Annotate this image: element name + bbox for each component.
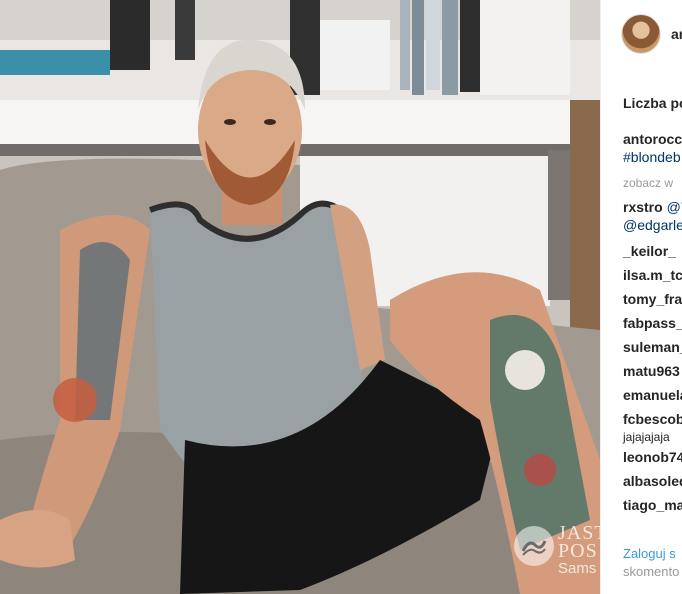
comment-text: jajajajaja <box>623 430 670 444</box>
comment-item: rxstro @7 @edgarle <box>623 198 682 242</box>
login-prompt-text: skomento <box>623 564 680 579</box>
comment-item: matu963 <box>623 362 682 386</box>
watermark-line-3: Sams <box>558 560 597 577</box>
avatar[interactable] <box>621 14 661 54</box>
watermark: JAST POS Sams <box>514 522 600 580</box>
comment-username[interactable]: _keilor_ <box>623 243 676 259</box>
likes-count[interactable]: Liczba po <box>623 95 682 111</box>
comment-username[interactable]: tiago_ma <box>623 497 682 513</box>
login-prompt: Zaloguj s skomento <box>623 545 679 581</box>
comment-item: tiago_ma <box>623 496 682 520</box>
comment-item: fcbescob jajajajaja <box>623 410 682 448</box>
comment-username[interactable]: tomy_fra <box>623 291 682 307</box>
comment-item: leonob74 <box>623 448 682 472</box>
post-photo[interactable]: JAST POS Sams <box>0 0 600 594</box>
see-more-link[interactable]: zobacz w <box>623 176 673 190</box>
comment-item: emanuela <box>623 386 682 410</box>
comments-list: rxstro @7 @edgarle _keilor_ ilsa.m_tc to… <box>623 198 682 520</box>
comment-username[interactable]: leonob74 <box>623 449 682 465</box>
comment-mention[interactable]: @7 <box>667 199 682 215</box>
comment-item: tomy_fra <box>623 290 682 314</box>
comment-item: suleman_ <box>623 338 682 362</box>
caption-hashtag[interactable]: #blondeb <box>623 148 682 166</box>
login-link[interactable]: Zaloguj s <box>623 545 679 563</box>
comment-username[interactable]: emanuela <box>623 387 682 403</box>
comment-username[interactable]: fabpass_ <box>623 315 682 331</box>
comment-username[interactable]: suleman_ <box>623 339 682 355</box>
comment-username[interactable]: fcbescob <box>623 411 682 427</box>
post-author-username[interactable]: an <box>671 26 682 42</box>
comment-item: albasoled <box>623 472 682 496</box>
watermark-text: JAST POS Sams <box>558 523 600 578</box>
comment-item: ilsa.m_tc <box>623 266 682 290</box>
comment-item: _keilor_ <box>623 242 682 266</box>
photo-illustration <box>0 0 600 594</box>
comment-item: fabpass_ <box>623 314 682 338</box>
post-sidebar: an Liczba po antorocc #blondeb zobacz w … <box>600 0 682 594</box>
watermark-logo-icon <box>514 526 554 566</box>
watermark-line-2: POS <box>558 540 598 562</box>
comment-username[interactable]: matu963 <box>623 363 680 379</box>
comment-mention[interactable]: @edgarle <box>623 216 682 234</box>
comment-username[interactable]: rxstro <box>623 199 663 215</box>
post-caption: antorocc #blondeb <box>623 130 682 166</box>
comment-username[interactable]: albasoled <box>623 473 682 489</box>
comment-username[interactable]: ilsa.m_tc <box>623 267 682 283</box>
caption-username[interactable]: antorocc <box>623 130 682 148</box>
